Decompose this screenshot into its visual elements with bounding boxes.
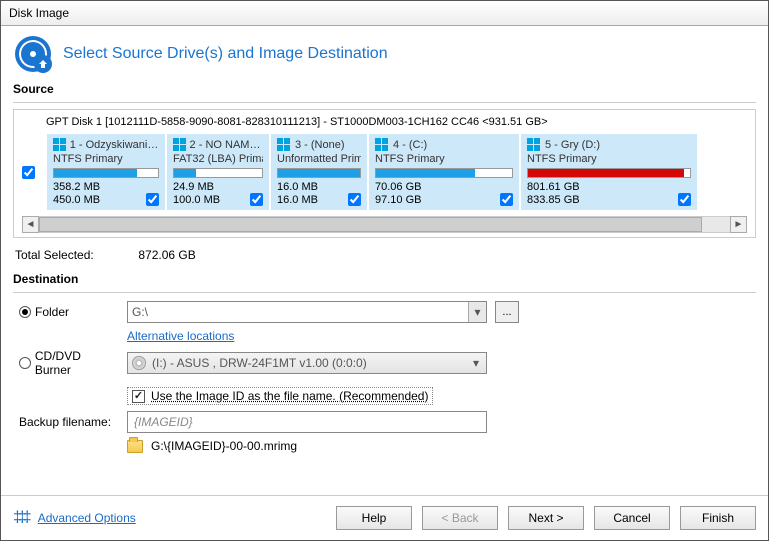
destination-panel: Folder G:\ ▾ ... Alternative locations C…	[13, 299, 756, 459]
partition-checkbox[interactable]	[678, 193, 691, 206]
content-area: Select Source Drive(s) and Image Destina…	[1, 26, 768, 495]
folder-path-value: G:\	[132, 305, 148, 319]
usage-bar	[527, 168, 691, 178]
partition-checkbox[interactable]	[146, 193, 159, 206]
sliders-icon: ‡‡‡	[13, 509, 28, 527]
folder-path-combo[interactable]: G:\ ▾	[127, 301, 487, 323]
browse-folder-button[interactable]: ...	[495, 301, 519, 323]
windows-icon	[375, 138, 389, 152]
partition-checkbox[interactable]	[500, 193, 513, 206]
disk-image-window: Disk Image Select Source Drive(s) and Im…	[0, 0, 769, 541]
windows-icon	[173, 138, 186, 152]
help-button[interactable]: Help	[336, 506, 412, 530]
folder-radio-label: Folder	[35, 305, 69, 319]
partition-name: 5 - Gry (D:)	[545, 139, 600, 151]
partition-name: 4 - (C:)	[393, 139, 427, 151]
partition-checkbox[interactable]	[348, 193, 361, 206]
total-selected-label: Total Selected:	[15, 248, 135, 262]
burner-value: (I:) - ASUS , DRW-24F1MT v1.00 (0:0:0)	[152, 356, 367, 370]
scroll-left-arrow[interactable]: ◄	[22, 216, 39, 233]
cancel-button[interactable]: Cancel	[594, 506, 670, 530]
scroll-right-arrow[interactable]: ►	[730, 216, 747, 233]
partition-sizes: 358.2 MB450.0 MB	[53, 181, 100, 206]
partition-checkbox[interactable]	[250, 193, 263, 206]
windows-icon	[277, 138, 291, 152]
disk-image-icon	[13, 34, 53, 74]
partition-card[interactable]: 2 - NO NAME (N FAT32 (LBA) Primary 24.9 MB…	[167, 134, 269, 210]
scroll-thumb[interactable]	[39, 217, 702, 232]
partition-card[interactable]: 4 - (C:) NTFS Primary 70.06 GB97.10 GB	[369, 134, 519, 210]
destination-section-label: Destination	[13, 272, 756, 286]
windows-icon	[527, 138, 541, 152]
folder-icon	[127, 440, 143, 453]
usage-bar	[53, 168, 159, 178]
partition-name: 1 - Odzyskiwanie (N	[70, 139, 159, 151]
partition-sizes: 16.0 MB16.0 MB	[277, 181, 318, 206]
burner-radio[interactable]	[19, 357, 31, 369]
partition-card[interactable]: 5 - Gry (D:) NTFS Primary 801.61 GB833.85 …	[521, 134, 697, 210]
partition-card[interactable]: 1 - Odzyskiwanie (N NTFS Primary 358.2 MB4…	[47, 134, 165, 210]
finish-button[interactable]: Finish	[680, 506, 756, 530]
page-title: Select Source Drive(s) and Image Destina…	[63, 45, 388, 63]
partition-fs: FAT32 (LBA) Primary	[173, 153, 263, 165]
back-button[interactable]: < Back	[422, 506, 498, 530]
usage-bar	[375, 168, 513, 178]
backup-filename-label: Backup filename:	[19, 415, 111, 429]
burner-combo[interactable]: (I:) - ASUS , DRW-24F1MT v1.00 (0:0:0) ▾	[127, 352, 487, 374]
divider	[13, 102, 756, 103]
partition-name: 2 - NO NAME (N	[190, 139, 263, 151]
usage-bar	[173, 168, 263, 178]
windows-icon	[53, 138, 66, 152]
partitions-list: 1 - Odzyskiwanie (N NTFS Primary 358.2 MB4…	[47, 134, 747, 210]
source-panel: GPT Disk 1 [1012111D-5858-9090-8081-8283…	[13, 109, 756, 238]
backup-filename-input[interactable]	[127, 411, 487, 433]
partition-fs: NTFS Primary	[375, 153, 513, 165]
burner-radio-label: CD/DVD Burner	[35, 349, 119, 377]
scroll-track[interactable]	[39, 216, 730, 233]
disk-checkbox-wrap	[22, 134, 39, 210]
partition-card[interactable]: 3 - (None) Unformatted Primary 16.0 MB16.0…	[271, 134, 367, 210]
use-imageid-row[interactable]: Use the Image ID as the file name. (Reco…	[127, 387, 433, 405]
partition-sizes: 801.61 GB833.85 GB	[527, 181, 580, 206]
partition-fs: Unformatted Primary	[277, 153, 361, 165]
partition-sizes: 24.9 MB100.0 MB	[173, 181, 220, 206]
total-selected-value: 872.06 GB	[138, 248, 195, 262]
alternative-locations-link[interactable]: Alternative locations	[127, 329, 234, 343]
partition-name: 3 - (None)	[295, 139, 345, 151]
partition-sizes: 70.06 GB97.10 GB	[375, 181, 421, 206]
advanced-options-link[interactable]: Advanced Options	[38, 511, 136, 525]
chevron-down-icon[interactable]: ▾	[468, 302, 486, 322]
source-section-label: Source	[13, 82, 756, 96]
cd-icon	[132, 356, 146, 370]
usage-bar	[277, 168, 361, 178]
total-selected-row: Total Selected: 872.06 GB	[15, 248, 756, 262]
partition-fs: NTFS Primary	[527, 153, 691, 165]
next-button[interactable]: Next >	[508, 506, 584, 530]
use-imageid-checkbox[interactable]	[132, 390, 145, 403]
disk-select-checkbox[interactable]	[22, 166, 35, 179]
partition-fs: NTFS Primary	[53, 153, 159, 165]
use-imageid-label: Use the Image ID as the file name. (Reco…	[151, 389, 428, 403]
page-header: Select Source Drive(s) and Image Destina…	[13, 34, 756, 74]
divider	[13, 292, 756, 293]
output-path-preview: G:\{IMAGEID}-00-00.mrimg	[151, 439, 297, 453]
disk-header-text: GPT Disk 1 [1012111D-5858-9090-8081-8283…	[46, 116, 747, 128]
footer-bar: ‡‡‡ Advanced Options Help < Back Next > …	[1, 495, 768, 540]
chevron-down-icon[interactable]: ▾	[468, 355, 484, 371]
horizontal-scrollbar[interactable]: ◄ ►	[22, 216, 747, 233]
window-title: Disk Image	[1, 1, 768, 26]
folder-radio[interactable]	[19, 306, 31, 318]
